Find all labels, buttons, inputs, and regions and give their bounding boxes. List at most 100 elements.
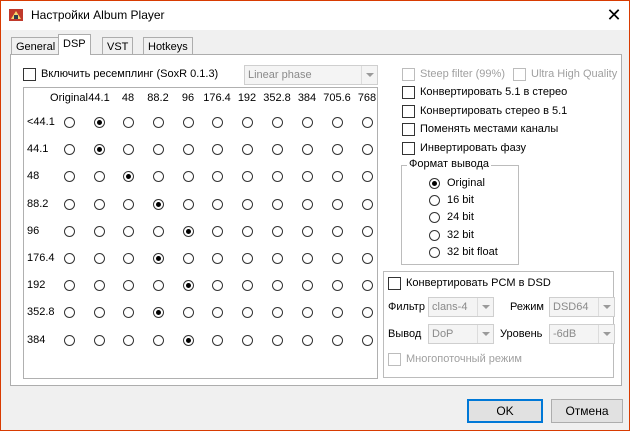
steep-filter-checkbox[interactable] xyxy=(402,68,415,81)
cancel-button[interactable]: Отмена xyxy=(551,399,623,423)
matrix-radio[interactable] xyxy=(362,171,373,182)
matrix-radio[interactable] xyxy=(64,253,75,264)
matrix-radio[interactable] xyxy=(183,144,194,155)
matrix-radio[interactable] xyxy=(302,171,313,182)
matrix-radio[interactable] xyxy=(362,117,373,128)
matrix-radio[interactable] xyxy=(332,307,343,318)
matrix-radio[interactable] xyxy=(302,199,313,210)
matrix-radio[interactable] xyxy=(362,226,373,237)
matrix-radio[interactable] xyxy=(153,171,164,182)
matrix-radio[interactable] xyxy=(242,253,253,264)
matrix-radio[interactable] xyxy=(64,280,75,291)
output-format-radio[interactable] xyxy=(429,178,440,189)
matrix-radio[interactable] xyxy=(212,280,223,291)
mode-select[interactable]: DSD64 xyxy=(549,297,615,317)
matrix-radio[interactable] xyxy=(94,117,105,128)
convert-stereo-51-checkbox[interactable] xyxy=(402,105,415,118)
swap-channels-checkbox[interactable] xyxy=(402,123,415,136)
matrix-radio[interactable] xyxy=(362,144,373,155)
matrix-radio[interactable] xyxy=(242,307,253,318)
matrix-radio[interactable] xyxy=(64,335,75,346)
output-format-radio[interactable] xyxy=(429,212,440,223)
matrix-radio[interactable] xyxy=(302,117,313,128)
matrix-radio[interactable] xyxy=(94,199,105,210)
multithread-checkbox[interactable] xyxy=(388,353,401,366)
matrix-radio[interactable] xyxy=(302,253,313,264)
matrix-radio[interactable] xyxy=(212,226,223,237)
matrix-radio[interactable] xyxy=(183,253,194,264)
close-icon[interactable]: ✕ xyxy=(601,3,627,27)
matrix-radio[interactable] xyxy=(212,117,223,128)
matrix-radio[interactable] xyxy=(242,171,253,182)
convert-dsd-checkbox[interactable] xyxy=(388,277,401,290)
matrix-radio[interactable] xyxy=(332,117,343,128)
matrix-radio[interactable] xyxy=(94,335,105,346)
matrix-radio[interactable] xyxy=(94,226,105,237)
matrix-radio[interactable] xyxy=(94,171,105,182)
matrix-radio[interactable] xyxy=(332,253,343,264)
matrix-radio[interactable] xyxy=(153,199,164,210)
matrix-radio[interactable] xyxy=(64,307,75,318)
matrix-radio[interactable] xyxy=(94,253,105,264)
matrix-radio[interactable] xyxy=(183,226,194,237)
invert-phase-checkbox[interactable] xyxy=(402,142,415,155)
matrix-radio[interactable] xyxy=(332,171,343,182)
matrix-radio[interactable] xyxy=(94,144,105,155)
output-format-radio[interactable] xyxy=(429,230,440,241)
convert-51-stereo-checkbox[interactable] xyxy=(402,86,415,99)
tab-general[interactable]: General xyxy=(11,37,61,55)
matrix-radio[interactable] xyxy=(242,117,253,128)
matrix-radio[interactable] xyxy=(183,335,194,346)
matrix-radio[interactable] xyxy=(212,144,223,155)
level-select[interactable]: -6dB xyxy=(549,324,615,344)
matrix-radio[interactable] xyxy=(242,144,253,155)
matrix-radio[interactable] xyxy=(123,117,134,128)
matrix-radio[interactable] xyxy=(242,199,253,210)
matrix-radio[interactable] xyxy=(332,226,343,237)
matrix-radio[interactable] xyxy=(362,280,373,291)
matrix-radio[interactable] xyxy=(64,144,75,155)
matrix-radio[interactable] xyxy=(242,335,253,346)
matrix-radio[interactable] xyxy=(123,253,134,264)
matrix-radio[interactable] xyxy=(302,144,313,155)
matrix-radio[interactable] xyxy=(153,117,164,128)
matrix-radio[interactable] xyxy=(212,335,223,346)
matrix-radio[interactable] xyxy=(94,280,105,291)
matrix-radio[interactable] xyxy=(272,117,283,128)
filter-select[interactable]: clans-4 xyxy=(428,297,494,317)
output-select[interactable]: DoP xyxy=(428,324,494,344)
matrix-radio[interactable] xyxy=(123,171,134,182)
matrix-radio[interactable] xyxy=(332,144,343,155)
matrix-radio[interactable] xyxy=(64,199,75,210)
matrix-radio[interactable] xyxy=(332,199,343,210)
tab-vst[interactable]: VST xyxy=(102,37,134,55)
matrix-radio[interactable] xyxy=(94,307,105,318)
matrix-radio[interactable] xyxy=(212,253,223,264)
tab-hotkeys[interactable]: Hotkeys xyxy=(143,37,193,55)
matrix-radio[interactable] xyxy=(302,280,313,291)
matrix-radio[interactable] xyxy=(153,280,164,291)
matrix-radio[interactable] xyxy=(123,144,134,155)
matrix-radio[interactable] xyxy=(332,335,343,346)
matrix-radio[interactable] xyxy=(153,307,164,318)
matrix-radio[interactable] xyxy=(212,199,223,210)
matrix-radio[interactable] xyxy=(153,335,164,346)
matrix-radio[interactable] xyxy=(272,253,283,264)
matrix-radio[interactable] xyxy=(362,199,373,210)
title-bar[interactable]: Настройки Album Player ✕ xyxy=(1,1,629,30)
matrix-radio[interactable] xyxy=(302,307,313,318)
matrix-radio[interactable] xyxy=(123,199,134,210)
matrix-radio[interactable] xyxy=(332,280,343,291)
tab-dsp[interactable]: DSP xyxy=(58,34,91,55)
matrix-radio[interactable] xyxy=(64,226,75,237)
output-format-radio[interactable] xyxy=(429,247,440,258)
matrix-radio[interactable] xyxy=(272,280,283,291)
matrix-radio[interactable] xyxy=(362,307,373,318)
phase-select[interactable]: Linear phase xyxy=(244,65,378,85)
matrix-radio[interactable] xyxy=(362,253,373,264)
matrix-radio[interactable] xyxy=(153,226,164,237)
matrix-radio[interactable] xyxy=(64,171,75,182)
matrix-radio[interactable] xyxy=(64,117,75,128)
matrix-radio[interactable] xyxy=(123,226,134,237)
matrix-radio[interactable] xyxy=(183,171,194,182)
